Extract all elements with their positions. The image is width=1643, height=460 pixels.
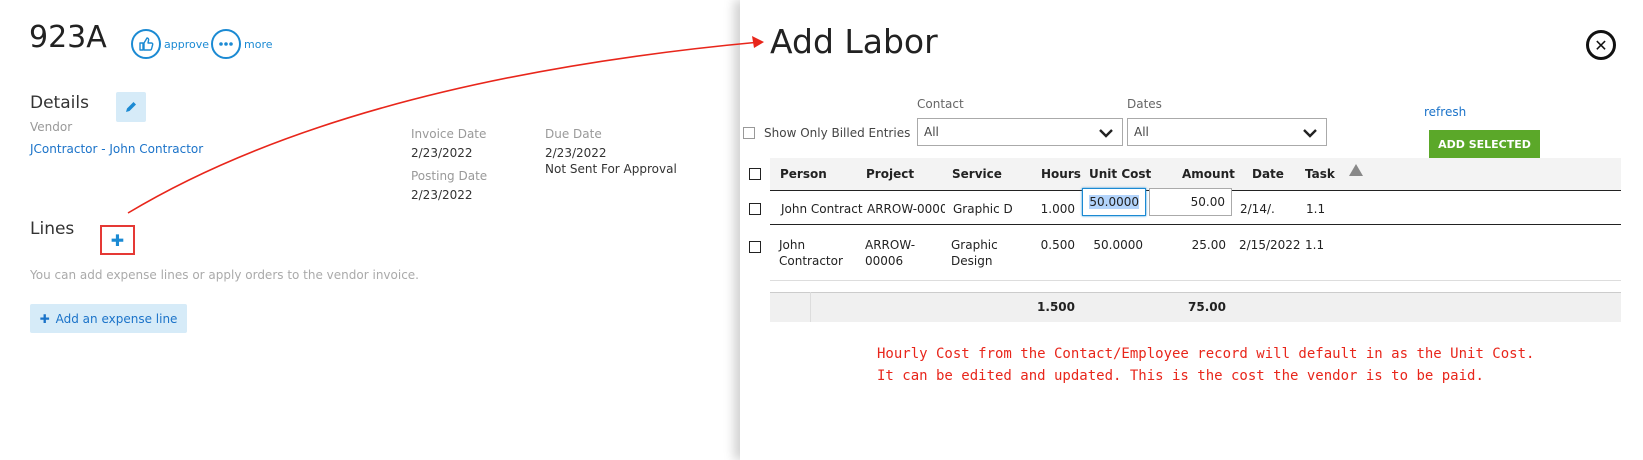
contact-select-value: All	[924, 125, 939, 139]
details-heading: Details	[30, 93, 89, 113]
row-task: 1.1	[1306, 202, 1326, 216]
row-person: John Contract	[781, 202, 863, 216]
row-person: John Contractor	[779, 237, 843, 269]
chevron-down-icon	[1303, 129, 1317, 138]
row-project-line2: 00006	[865, 254, 904, 268]
approve-label[interactable]: approve	[164, 38, 209, 51]
grid-spacer	[770, 280, 1621, 292]
invoice-date-label: Invoice Date	[411, 127, 487, 141]
col-service[interactable]: Service	[952, 167, 1002, 181]
add-expense-line-button[interactable]: ✚ Add an expense line	[30, 304, 187, 333]
row-project-line1: ARROW-	[865, 238, 916, 252]
more-dots-icon	[219, 42, 233, 46]
row-project: ARROW-0000(	[867, 202, 945, 216]
close-icon: ✕	[1594, 35, 1608, 55]
close-button[interactable]: ✕	[1586, 30, 1616, 60]
row-service: Graphic Design	[951, 237, 998, 269]
dates-select-value: All	[1134, 125, 1149, 139]
contact-label: Contact	[917, 97, 964, 111]
col-amount[interactable]: Amount	[1182, 167, 1235, 181]
more-label[interactable]: more	[244, 38, 273, 51]
pencil-icon	[126, 102, 136, 112]
refresh-link[interactable]: refresh	[1424, 105, 1466, 119]
add-selected-button[interactable]: ADD SELECTED	[1429, 130, 1540, 159]
lines-hint: You can add expense lines or apply order…	[30, 268, 419, 282]
due-date-value: 2/23/2022	[545, 146, 607, 160]
row-service-line2: Design	[951, 254, 993, 268]
approval-status: Not Sent For Approval	[545, 162, 677, 176]
modal-title: Add Labor	[770, 22, 938, 61]
vendor-link[interactable]: JContractor - John Contractor	[30, 142, 203, 156]
row-date: 2/15/2022	[1239, 238, 1301, 252]
row-hours: 0.500	[1040, 238, 1075, 252]
row-amount: 25.00	[1191, 238, 1226, 252]
unit-cost-input[interactable]: 50.0000	[1082, 188, 1146, 216]
col-task[interactable]: Task	[1305, 167, 1335, 181]
col-project[interactable]: Project	[866, 167, 914, 181]
invoice-date-value: 2/23/2022	[411, 146, 473, 160]
show-billed-label: Show Only Billed Entries	[764, 126, 911, 140]
col-unit-cost[interactable]: Unit Cost	[1089, 167, 1151, 181]
more-button[interactable]	[211, 29, 241, 59]
col-person[interactable]: Person	[780, 167, 827, 181]
lines-heading: Lines	[30, 219, 75, 239]
amount-value: 50.00	[1190, 195, 1225, 209]
plus-icon: ✚	[110, 230, 125, 250]
posting-date-label: Posting Date	[411, 169, 488, 183]
amount-input[interactable]: 50.00	[1149, 188, 1232, 216]
due-date-label: Due Date	[545, 127, 602, 141]
vendor-label: Vendor	[30, 120, 73, 134]
total-amount: 75.00	[1188, 300, 1226, 314]
row-service-line1: Graphic	[951, 238, 998, 252]
plus-icon: ✚	[39, 311, 50, 326]
row-person-line2: Contractor	[779, 254, 843, 268]
annotation-line-1: Hourly Cost from the Contact/Employee re…	[877, 346, 1535, 362]
col-date[interactable]: Date	[1252, 167, 1284, 181]
annotation-note: Hourly Cost from the Contact/Employee re…	[877, 343, 1534, 387]
total-hours: 1.500	[1037, 300, 1075, 314]
row-person-line1: John	[779, 238, 806, 252]
invoice-number: 923A	[29, 20, 107, 55]
row-unit-cost: 50.0000	[1093, 238, 1143, 252]
row-date: 2/14/.	[1240, 202, 1275, 216]
add-labor-button[interactable]: ✚	[100, 225, 135, 255]
row-project: ARROW- 00006	[865, 237, 915, 269]
select-all-checkbox[interactable]	[749, 168, 761, 180]
add-expense-line-label: Add an expense line	[55, 311, 178, 326]
unit-cost-value: 50.0000	[1089, 195, 1139, 209]
thumbs-up-icon	[139, 37, 154, 51]
row-hours: 1.000	[1040, 202, 1075, 216]
row-service: Graphic D	[953, 202, 1013, 216]
sort-triangle-icon[interactable]	[1349, 164, 1363, 176]
add-labor-modal: Add Labor ✕ Show Only Billed Entries Con…	[740, 0, 1643, 460]
chevron-down-icon	[1099, 129, 1113, 138]
row-checkbox[interactable]	[749, 203, 761, 215]
row-divider	[770, 224, 1621, 225]
approve-button[interactable]	[131, 29, 161, 59]
totals-divider	[810, 292, 811, 322]
dates-select[interactable]: All	[1127, 118, 1327, 146]
dates-label: Dates	[1127, 97, 1162, 111]
posting-date-value: 2/23/2022	[411, 188, 473, 202]
row-task: 1.1	[1305, 238, 1325, 252]
contact-select[interactable]: All	[917, 118, 1123, 146]
show-billed-checkbox[interactable]	[743, 127, 755, 139]
annotation-line-2: It can be edited and updated. This is th…	[877, 368, 1484, 384]
col-hours[interactable]: Hours	[1041, 167, 1081, 181]
edit-details-button[interactable]	[116, 92, 146, 122]
row-checkbox[interactable]	[749, 241, 761, 253]
vendor-invoice-panel: 923A approve more Details Vendor JContra…	[0, 0, 740, 460]
